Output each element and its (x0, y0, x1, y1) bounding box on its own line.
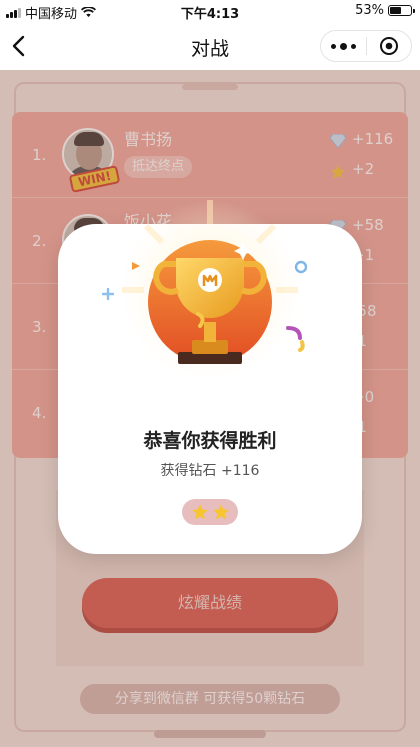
status-right: 53% (355, 3, 415, 18)
close-miniprogram-button[interactable] (367, 31, 411, 61)
stars-earned-badge (182, 499, 238, 525)
more-button[interactable] (321, 31, 366, 61)
star-icon (212, 504, 229, 520)
victory-modal: 恭喜你获得胜利 获得钻石 +116 (58, 200, 362, 554)
confetti-ribbon (286, 326, 305, 352)
star-icon (191, 504, 208, 520)
battery-percent: 53% (355, 3, 384, 18)
more-icon (331, 43, 336, 49)
confetti-triangle (132, 262, 140, 270)
trophy-icon (120, 194, 300, 384)
reward-text: 获得钻石 +116 (160, 463, 260, 479)
close-target-icon (379, 37, 398, 55)
confetti-plus (102, 288, 114, 300)
miniprogram-capsule (320, 30, 412, 62)
battery-icon (388, 5, 415, 16)
confetti-ring (294, 260, 308, 274)
victory-title: 恭喜你获得胜利 (143, 430, 277, 452)
nav-bar: 对战 (0, 22, 420, 70)
status-bar: 中国移动 下午4:13 53% (0, 0, 420, 22)
